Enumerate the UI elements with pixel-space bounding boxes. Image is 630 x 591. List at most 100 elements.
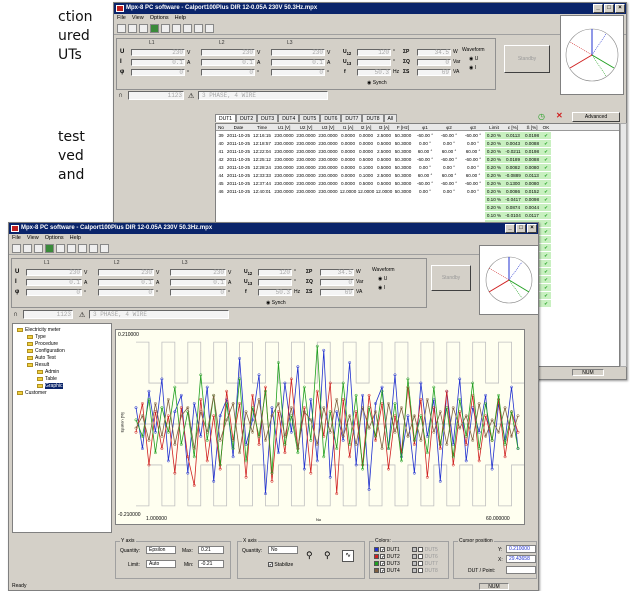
column-header[interactable]: φ3 [461, 124, 485, 130]
waveform-u-radio[interactable]: ◉ U [469, 56, 478, 62]
dut-color-toggle[interactable]: ✔ DUT2 [374, 554, 400, 560]
tree-item[interactable]: Procedure [27, 341, 58, 347]
color-swatch[interactable] [374, 568, 379, 574]
column-header[interactable]: No [216, 124, 226, 130]
tree-item[interactable]: Type [27, 334, 46, 340]
tools-icon[interactable] [194, 24, 203, 33]
tab-dut6[interactable]: DUT6 [320, 114, 342, 122]
save-icon[interactable] [139, 24, 148, 33]
table-row[interactable]: 40 2011-10-25 12:18:57 230.0000 230.0000 230.… [216, 140, 551, 147]
tab-dut8[interactable]: DUT8 [362, 114, 384, 122]
key-icon[interactable] [100, 244, 109, 253]
open-icon[interactable] [128, 24, 137, 33]
close-icon[interactable]: × [615, 4, 625, 13]
y-max-input[interactable]: 0.21 [198, 546, 224, 554]
column-header[interactable]: U1 [V] [273, 124, 295, 130]
save-icon[interactable] [34, 244, 43, 253]
column-header[interactable]: I1 [A] [339, 124, 357, 130]
column-header[interactable]: I2 [A] [357, 124, 375, 130]
column-header[interactable]: I3 [A] [375, 124, 393, 130]
dut-color-toggle[interactable]: DUT8 [412, 568, 438, 574]
color-swatch[interactable] [412, 554, 417, 560]
table-row[interactable]: 41 2011-10-25 12:22:04 230.0000 230.0000 230.… [216, 148, 551, 155]
column-header[interactable]: ε [%] [503, 124, 523, 130]
advanced-button[interactable]: Advanced [572, 112, 620, 122]
column-header[interactable]: U2 [V] [295, 124, 317, 130]
y-limit-select[interactable]: Auto [146, 560, 176, 568]
maximize-icon[interactable]: □ [516, 224, 526, 233]
menu-help[interactable]: Help [70, 234, 81, 242]
delete-icon[interactable]: ✕ [556, 111, 563, 120]
excel-icon[interactable] [45, 244, 54, 253]
zoom-in-icon[interactable]: ⚲ [306, 550, 313, 561]
synch-radio[interactable]: ◉ Synch [266, 300, 286, 306]
table-row[interactable]: 0.10 % -0.0417 0.0098 ✔ [485, 196, 551, 203]
tab-all[interactable]: All [383, 114, 398, 122]
tree-item[interactable]: Electricity meter [17, 327, 61, 333]
menu-view[interactable]: View [27, 234, 39, 242]
color-swatch[interactable] [374, 554, 379, 560]
table-row[interactable]: 0.20 % 0.0874 0.0044 ✔ [485, 204, 551, 211]
table-row[interactable]: 43 2011-10-25 12:28:24 230.0000 230.0000 230.… [216, 164, 551, 171]
dut-color-toggle[interactable]: ✔ DUT3 [374, 561, 400, 567]
refresh-icon[interactable]: ◷ [538, 112, 545, 121]
color-swatch[interactable] [412, 568, 417, 574]
menu-view[interactable]: View [132, 14, 144, 22]
standby-button[interactable]: Standby [504, 45, 550, 73]
standby-button[interactable]: Standby [431, 265, 471, 291]
print-icon[interactable] [56, 244, 65, 253]
menu-file[interactable]: File [117, 14, 126, 22]
y-min-input[interactable]: -0.21 [198, 560, 224, 568]
column-header[interactable]: φ2 [437, 124, 461, 130]
column-header[interactable]: S̄ [%] [523, 124, 541, 130]
dut-color-toggle[interactable]: ✔ DUT4 [374, 568, 400, 574]
tab-dut2[interactable]: DUT2 [236, 114, 258, 122]
column-header[interactable]: Limit [485, 124, 503, 130]
menu-options[interactable]: Options [45, 234, 64, 242]
minimize-icon[interactable]: _ [505, 224, 515, 233]
tab-dut1[interactable]: DUT1 [215, 114, 237, 122]
key-icon[interactable] [205, 24, 214, 33]
waveform-u-radio[interactable]: ◉ U [378, 276, 387, 282]
preview-icon[interactable] [67, 244, 76, 253]
table-row[interactable]: 46 2011-10-25 12:40:01 230.0000 230.0000 230.… [216, 188, 551, 195]
column-header[interactable]: Time [251, 124, 273, 130]
tree-item[interactable]: Result [27, 362, 49, 368]
tab-dut4[interactable]: DUT4 [278, 114, 300, 122]
tab-dut5[interactable]: DUT5 [299, 114, 321, 122]
table-row[interactable]: 44 2011-10-25 12:33:33 230.0000 230.0000 230.… [216, 172, 551, 179]
column-header[interactable]: U3 [V] [317, 124, 339, 130]
color-swatch[interactable] [412, 547, 417, 553]
column-header[interactable]: Date [226, 124, 251, 130]
table-row[interactable]: 42 2011-10-25 12:25:12 230.0000 230.0000 230.… [216, 156, 551, 163]
menu-file[interactable]: File [12, 234, 21, 242]
open-icon[interactable] [23, 244, 32, 253]
waveform-i-radio[interactable]: ◉ I [469, 65, 476, 71]
tree-item[interactable]: Customer [17, 390, 47, 396]
table-row[interactable]: 45 2011-10-25 12:37:44 230.0000 230.0000 230.… [216, 180, 551, 187]
color-swatch[interactable] [374, 547, 379, 553]
tools-icon[interactable] [89, 244, 98, 253]
tree-item[interactable]: Table [37, 376, 57, 382]
dut-color-toggle[interactable]: DUT6 [412, 554, 438, 560]
zoom-out-icon[interactable]: ⚲ [324, 550, 331, 561]
color-swatch[interactable] [412, 561, 417, 567]
print-icon[interactable] [161, 24, 170, 33]
menu-options[interactable]: Options [150, 14, 169, 22]
dut-color-toggle[interactable]: DUT5 [412, 547, 438, 553]
table-row[interactable]: 0.10 % -0.0104 0.0117 ✔ [485, 212, 551, 219]
preview-icon[interactable] [172, 24, 181, 33]
grid-icon[interactable] [78, 244, 87, 253]
table-row[interactable]: 39 2011-10-25 12:16:15 230.0000 230.0000 230.… [216, 132, 551, 139]
dut-color-toggle[interactable]: DUT7 [412, 561, 438, 567]
dut-color-toggle[interactable]: ✔ DUT1 [374, 547, 400, 553]
column-header[interactable]: OK [541, 124, 551, 130]
maximize-icon[interactable]: □ [604, 4, 614, 13]
table-scrollbar[interactable] [620, 123, 627, 367]
x-quantity-select[interactable]: No [268, 546, 298, 554]
waveform-i-radio[interactable]: ◉ I [378, 285, 385, 291]
column-header[interactable]: φ1 [413, 124, 437, 130]
column-header[interactable]: F [Hz] [393, 124, 413, 130]
new-icon[interactable] [12, 244, 21, 253]
tree-item[interactable]: Auto Test [27, 355, 56, 361]
